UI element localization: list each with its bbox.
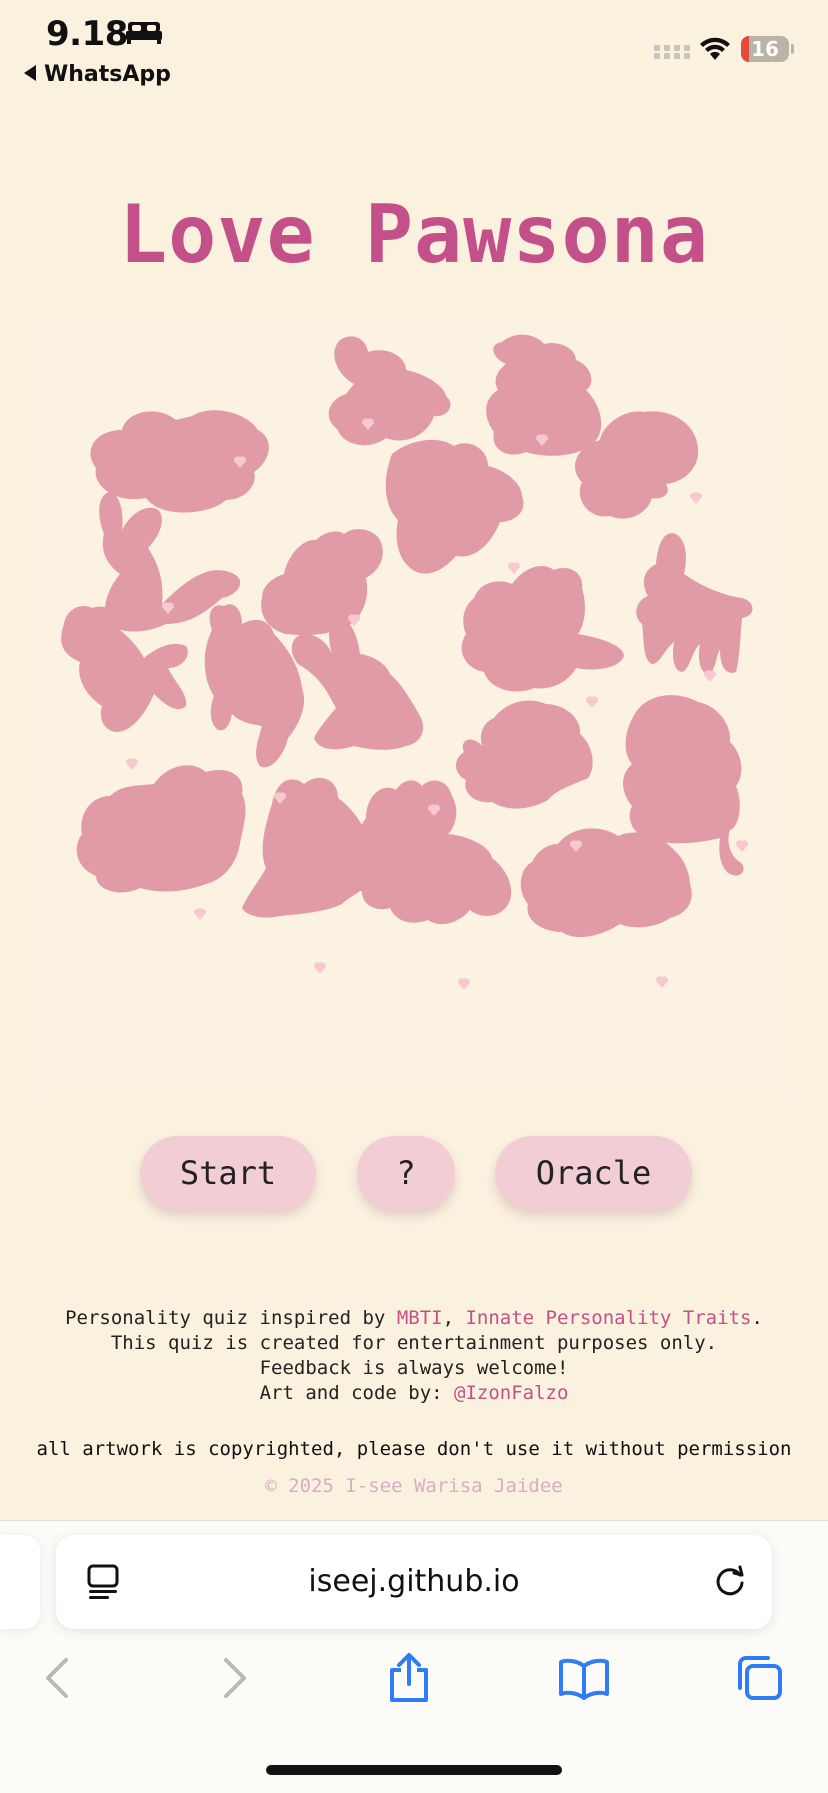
status-bar: 9.18 WhatsApp 16 [0,0,828,100]
start-button[interactable]: Start [140,1136,316,1210]
pawsona-artwork [36,334,792,1096]
animal-silhouettes-image [61,334,753,990]
back-arrow-icon [24,65,36,81]
battery-icon: 16 [741,36,789,62]
battery-cap [791,44,794,54]
cellular-signal-icon [654,45,690,59]
back-icon[interactable] [42,1656,72,1700]
footer-line-1: Personality quiz inspired by MBTI, Innat… [0,1306,828,1331]
status-time: 9.18 [46,14,128,54]
page-title: Love Pawsona [119,188,709,281]
innate-traits-link[interactable]: Innate Personality Traits [465,1307,751,1329]
tabs-icon[interactable] [734,1654,784,1702]
footer-text: , [442,1307,466,1329]
oracle-button[interactable]: Oracle [495,1136,692,1210]
footer-text: Art and code by: [259,1382,455,1404]
share-icon[interactable] [386,1652,432,1704]
footer-text: Personality quiz inspired by [65,1307,397,1329]
footer-line-2: This quiz is created for entertainment p… [110,1332,718,1354]
previous-tab-peek[interactable] [0,1535,40,1629]
author-link[interactable]: @IzonFalzo [454,1382,568,1404]
url-text[interactable]: iseej.github.io [56,1535,772,1629]
back-app-label: WhatsApp [44,62,171,87]
battery-level: 16 [751,37,779,61]
wifi-icon [700,37,730,60]
footer-text: . [751,1307,763,1329]
help-button[interactable]: ? [357,1136,455,1210]
mbti-link[interactable]: MBTI [397,1307,443,1329]
back-to-app[interactable]: WhatsApp [24,62,171,87]
footer-line-4: Art and code by: @IzonFalzo [0,1381,828,1406]
copyright-note: all artwork is copyrighted, please don't… [36,1438,792,1460]
bed-icon [126,22,162,44]
copyright: © 2025 I-see Warisa Jaidee [265,1475,563,1497]
footer-info: Personality quiz inspired by MBTI, Innat… [0,1306,828,1406]
reload-icon[interactable] [712,1563,748,1599]
footer-line-3: Feedback is always welcome! [259,1357,569,1379]
home-indicator[interactable] [266,1765,562,1775]
forward-icon[interactable] [220,1656,250,1700]
address-bar[interactable]: iseej.github.io [56,1535,772,1629]
bookmarks-icon[interactable] [558,1656,610,1700]
